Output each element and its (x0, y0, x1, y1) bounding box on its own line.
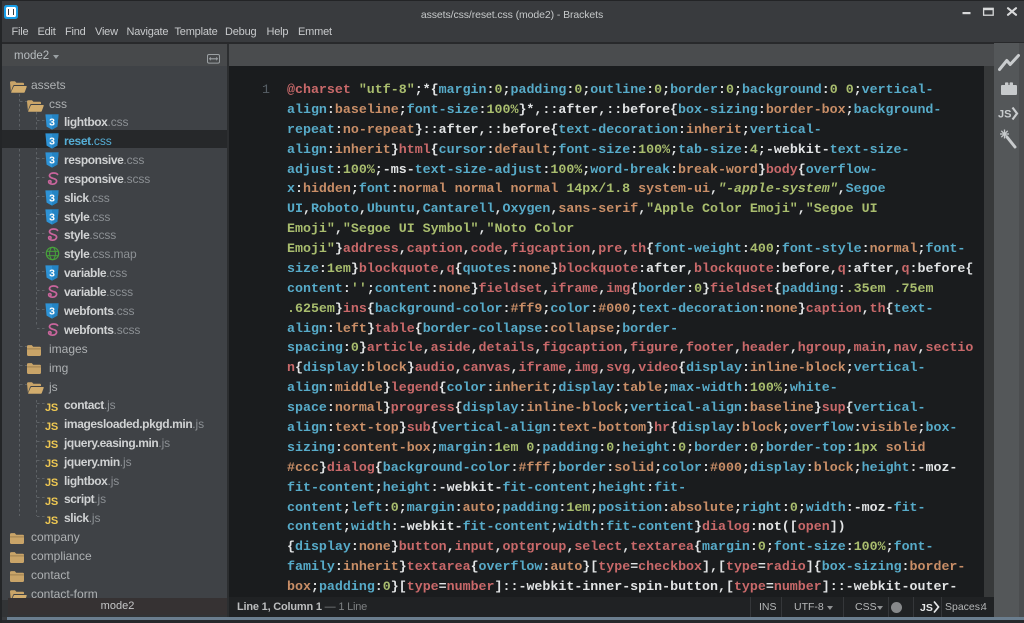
svg-text:JS: JS (920, 602, 933, 614)
svg-text:JS: JS (998, 109, 1011, 121)
svg-text:3: 3 (49, 192, 55, 204)
svg-text:3: 3 (49, 305, 55, 317)
svg-text:3: 3 (49, 117, 55, 129)
svg-text:3: 3 (49, 136, 55, 148)
svg-text:3: 3 (49, 154, 55, 166)
svg-text:3: 3 (49, 268, 55, 280)
svg-text:3: 3 (49, 211, 55, 223)
